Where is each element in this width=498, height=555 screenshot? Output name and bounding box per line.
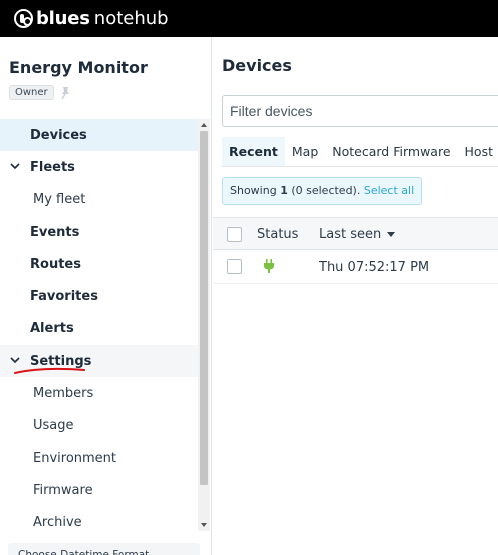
tab-recent[interactable]: Recent xyxy=(222,137,285,167)
tabs-divider xyxy=(222,166,498,167)
notehub-logo[interactable]: blues notehub xyxy=(14,7,169,29)
sidebar-item-label: Devices xyxy=(30,127,87,143)
sidebar-scrollbar[interactable] xyxy=(198,119,210,531)
sidebar-item-members[interactable]: Members xyxy=(0,377,198,409)
sidebar-item-usage[interactable]: Usage xyxy=(0,410,198,442)
main-content: Devices Recent Map Notecard Firmware Hos… xyxy=(213,37,498,555)
sidebar-item-label: Fleets xyxy=(30,159,75,175)
sidebar-item-label: Environment xyxy=(33,450,117,466)
sidebar-item-label: Members xyxy=(33,386,94,402)
tab-notecard-firmware[interactable]: Notecard Firmware xyxy=(325,137,457,167)
sidebar-item-archive[interactable]: Archive xyxy=(0,507,198,539)
selection-prefix: Showing xyxy=(230,184,281,197)
scrollbar-thumb[interactable] xyxy=(200,131,208,485)
sidebar-item-environment[interactable]: Environment xyxy=(0,442,198,474)
sidebar-nav: Devices Fleets My fleet Events Routes Fa… xyxy=(0,119,198,539)
select-all-checkbox[interactable] xyxy=(227,227,242,242)
sidebar-item-fleets[interactable]: Fleets xyxy=(0,151,198,183)
table-row[interactable]: Thu 07:52:17 PM xyxy=(213,250,498,284)
sidebar-item-firmware[interactable]: Firmware xyxy=(0,474,198,506)
sidebar-item-label: Firmware xyxy=(33,482,93,498)
chevron-down-icon[interactable] xyxy=(10,356,20,364)
sidebar-item-label: Favorites xyxy=(30,289,98,305)
chevron-down-icon[interactable] xyxy=(10,162,20,170)
sidebar-item-favorites[interactable]: Favorites xyxy=(0,280,198,312)
datetime-format-button[interactable]: Choose Datetime Format xyxy=(8,543,200,555)
top-bar: blues notehub xyxy=(0,0,498,37)
select-all-link[interactable]: Select all xyxy=(364,184,414,197)
selection-summary: Showing 1 (0 selected). Select all xyxy=(222,177,423,205)
role-badge: Owner xyxy=(9,85,54,100)
brand-name: blues xyxy=(36,7,90,29)
sidebar-item-routes[interactable]: Routes xyxy=(0,248,198,280)
selection-selected: (0 selected). xyxy=(287,184,361,197)
filter-devices-input[interactable] xyxy=(222,95,498,127)
sidebar-item-label: Routes xyxy=(30,256,81,272)
sidebar-item-events[interactable]: Events xyxy=(0,216,198,248)
sidebar-item-settings[interactable]: Settings xyxy=(0,345,198,378)
red-underline-annotation xyxy=(14,368,85,375)
scroll-up-arrow-icon[interactable] xyxy=(201,123,207,127)
pin-icon[interactable] xyxy=(58,86,72,100)
page-title: Devices xyxy=(222,56,292,75)
sidebar-item-label: My fleet xyxy=(33,192,86,208)
last-seen-value: Thu 07:52:17 PM xyxy=(319,260,430,275)
sidebar-item-label: Archive xyxy=(33,515,82,531)
sidebar-item-label: Events xyxy=(30,224,80,240)
table-header: Status Last seen xyxy=(213,217,498,250)
project-title: Energy Monitor xyxy=(9,58,148,77)
sort-caret-down-icon[interactable] xyxy=(387,232,395,237)
sidebar-item-alerts[interactable]: Alerts xyxy=(0,313,198,345)
selection-count: 1 xyxy=(280,184,288,197)
sidebar-item-my-fleet[interactable]: My fleet xyxy=(0,184,198,216)
scroll-down-arrow-icon[interactable] xyxy=(201,523,207,527)
row-checkbox[interactable] xyxy=(227,259,242,274)
column-header-last-seen[interactable]: Last seen xyxy=(319,227,381,242)
tab-map[interactable]: Map xyxy=(285,137,325,167)
device-tabs: Recent Map Notecard Firmware Host Firmwa… xyxy=(222,137,498,167)
plug-icon xyxy=(264,259,274,273)
sidebar: Energy Monitor Owner Devices Fleets My f… xyxy=(0,37,212,555)
brand-product: notehub xyxy=(93,7,169,29)
sidebar-item-label: Alerts xyxy=(30,321,74,337)
blues-logo-icon xyxy=(14,8,33,28)
sidebar-item-label: Usage xyxy=(33,418,74,434)
sidebar-item-devices[interactable]: Devices xyxy=(0,119,198,152)
tab-host-firmware[interactable]: Host Firmware xyxy=(458,137,498,167)
column-header-status[interactable]: Status xyxy=(257,227,298,242)
